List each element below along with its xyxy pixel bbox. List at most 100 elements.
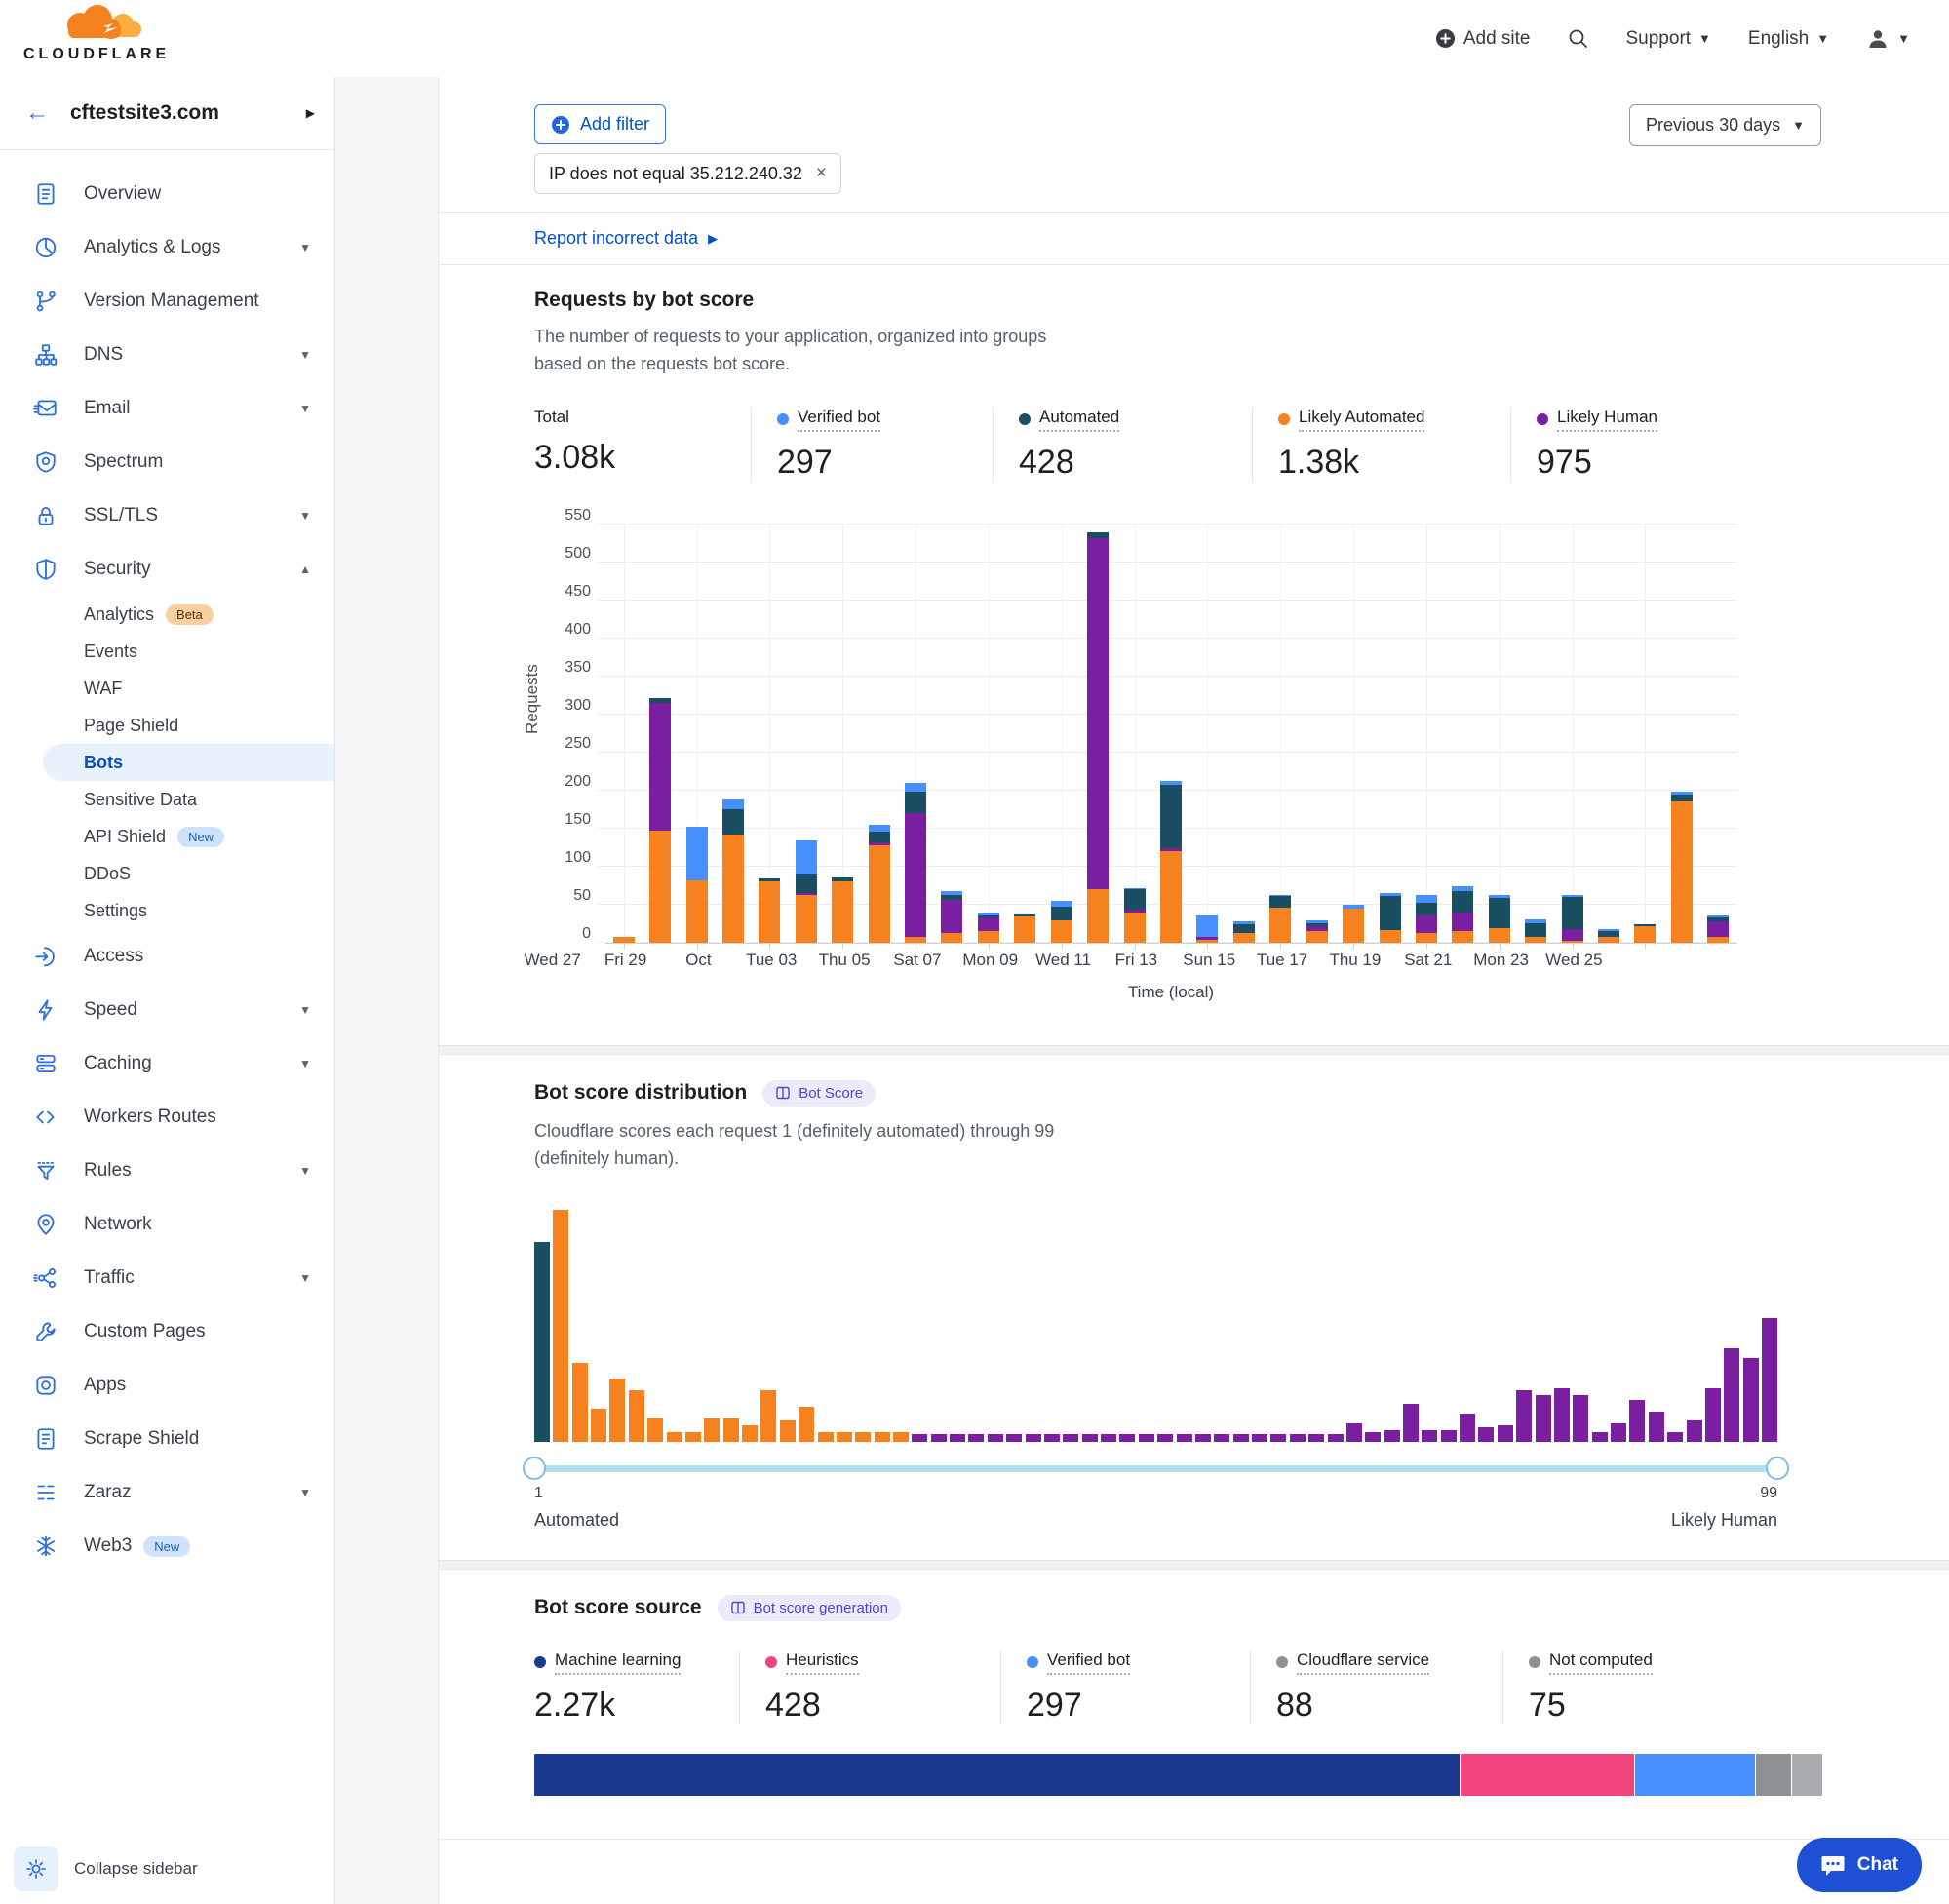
slider-handle-max[interactable] bbox=[1766, 1457, 1789, 1480]
stacked-bar bbox=[832, 877, 853, 943]
sidebar-item-access[interactable]: Access bbox=[0, 929, 334, 983]
stacked-bar bbox=[1124, 888, 1146, 943]
search-button[interactable] bbox=[1568, 28, 1589, 50]
slider-track[interactable] bbox=[534, 1465, 1777, 1472]
score-range-slider[interactable] bbox=[534, 1456, 1777, 1481]
bar-segment-automated bbox=[1452, 891, 1473, 913]
histogram-bar-likely-human bbox=[1346, 1423, 1362, 1442]
legend-dot bbox=[1529, 1656, 1540, 1668]
stat-label[interactable]: Likely Human bbox=[1557, 408, 1657, 432]
gridline bbox=[1500, 525, 1501, 943]
source-stats-row: Machine learning2.27kHeuristics428Verifi… bbox=[534, 1651, 1821, 1725]
bot-score-distribution-panel: Bot score distribution Bot Score Cloudfl… bbox=[439, 1055, 1949, 1560]
filter-bar: Add filter IP does not equal 35.212.240.… bbox=[439, 77, 1949, 212]
sidebar-item-rules[interactable]: Rules▼ bbox=[0, 1144, 334, 1197]
stat-verified-bot: Verified bot297 bbox=[751, 408, 993, 482]
x-tick bbox=[1207, 943, 1208, 949]
x-tick bbox=[989, 943, 990, 949]
sidebar-item-zaraz[interactable]: Zaraz▼ bbox=[0, 1465, 334, 1519]
sidebar-item-page-shield[interactable]: Page Shield bbox=[0, 707, 334, 744]
chevron-right-icon: ▶ bbox=[708, 231, 718, 247]
dns-icon bbox=[33, 342, 58, 368]
y-tick-label: 400 bbox=[565, 621, 591, 639]
sidebar-item-network[interactable]: Network bbox=[0, 1197, 334, 1251]
stacked-bar bbox=[1380, 893, 1401, 943]
cloudflare-logo[interactable]: CLOUDFLARE bbox=[23, 3, 170, 63]
slider-handle-min[interactable] bbox=[523, 1457, 546, 1480]
bot-score-docs-badge[interactable]: Bot Score bbox=[762, 1080, 876, 1107]
bot-score-generation-badge[interactable]: Bot score generation bbox=[718, 1595, 901, 1621]
collapse-sidebar-button[interactable]: Collapse sidebar bbox=[74, 1859, 198, 1879]
sidebar-item-bots[interactable]: Bots bbox=[43, 744, 334, 781]
sidebar-item-scrape-shield[interactable]: Scrape Shield bbox=[0, 1412, 334, 1465]
bar-segment-automated bbox=[796, 874, 817, 894]
bar-segment-verified-bot bbox=[1306, 920, 1328, 923]
sidebar-item-spectrum[interactable]: Spectrum bbox=[0, 435, 334, 488]
add-site-button[interactable]: Add site bbox=[1435, 28, 1531, 50]
date-range-select[interactable]: Previous 30 days ▼ bbox=[1629, 104, 1821, 146]
stat-label[interactable]: Not computed bbox=[1549, 1651, 1653, 1675]
stat-label[interactable]: Cloudflare service bbox=[1297, 1651, 1429, 1675]
stacked-bar bbox=[1489, 895, 1510, 942]
bar-segment-likely-human bbox=[1196, 937, 1218, 941]
back-arrow-icon[interactable]: ← bbox=[25, 99, 49, 127]
sidebar-item-events[interactable]: Events bbox=[0, 633, 334, 670]
chevron-right-icon[interactable]: ▶ bbox=[306, 106, 315, 120]
stacked-bar bbox=[1051, 901, 1072, 943]
sidebar-item-web3[interactable]: Web3New bbox=[0, 1519, 334, 1573]
histogram-bar-likely-human bbox=[1044, 1434, 1060, 1441]
sidebar-item-custom-pages[interactable]: Custom Pages bbox=[0, 1304, 334, 1358]
sidebar-item-dns[interactable]: DNS▼ bbox=[0, 328, 334, 381]
sidebar-item-sensitive-data[interactable]: Sensitive Data bbox=[0, 781, 334, 818]
bar-segment-verified-bot bbox=[1562, 895, 1583, 897]
bar-segment-verified-bot bbox=[1160, 781, 1182, 784]
new-badge: New bbox=[177, 827, 224, 847]
book-icon bbox=[730, 1600, 746, 1615]
sidebar-item-speed[interactable]: Speed▼ bbox=[0, 983, 334, 1036]
sidebar-item-version-management[interactable]: Version Management bbox=[0, 274, 334, 328]
sidebar-item-waf[interactable]: WAF bbox=[0, 670, 334, 707]
stat-label[interactable]: Machine learning bbox=[555, 1651, 681, 1675]
stat-label[interactable]: Verified bot bbox=[1047, 1651, 1130, 1675]
sidebar-item-ddos[interactable]: DDoS bbox=[0, 855, 334, 892]
stat-label[interactable]: Verified bot bbox=[798, 408, 880, 432]
stat-label[interactable]: Likely Automated bbox=[1299, 408, 1424, 432]
sidebar-item-security[interactable]: Security▲ bbox=[0, 542, 334, 596]
sidebar-item-settings[interactable]: Settings bbox=[0, 892, 334, 929]
sidebar-item-ssl-tls[interactable]: SSL/TLS▼ bbox=[0, 488, 334, 542]
sidebar-item-api-shield[interactable]: API ShieldNew bbox=[0, 818, 334, 855]
x-tick-label: Wed 25 bbox=[1545, 951, 1602, 970]
sidebar-item-email[interactable]: Email▼ bbox=[0, 381, 334, 435]
histogram-bar-likely-automated bbox=[685, 1432, 701, 1442]
x-tick bbox=[769, 943, 770, 949]
stat-label[interactable]: Automated bbox=[1039, 408, 1119, 432]
workers-icon bbox=[33, 1105, 58, 1130]
stat-label[interactable]: Heuristics bbox=[786, 1651, 859, 1675]
sidebar-item-caching[interactable]: Caching▼ bbox=[0, 1036, 334, 1090]
account-menu[interactable]: ▼ bbox=[1866, 27, 1910, 51]
report-incorrect-data-link[interactable]: Report incorrect data ▶ bbox=[534, 228, 718, 249]
add-filter-button[interactable]: Add filter bbox=[534, 104, 666, 144]
sidebar-item-overview[interactable]: Overview bbox=[0, 167, 334, 220]
stacked-bar bbox=[1562, 895, 1583, 943]
histogram-bar-likely-human bbox=[1006, 1434, 1022, 1441]
bar-segment-automated bbox=[1562, 897, 1583, 929]
sidebar-item-workers-routes[interactable]: Workers Routes bbox=[0, 1090, 334, 1144]
sidebar-item-apps[interactable]: Apps bbox=[0, 1358, 334, 1412]
close-icon[interactable]: × bbox=[816, 163, 827, 184]
filter-chip[interactable]: IP does not equal 35.212.240.32 × bbox=[534, 153, 841, 194]
quick-settings-button[interactable] bbox=[14, 1846, 58, 1891]
histogram-bar-likely-human bbox=[1724, 1348, 1739, 1441]
sidebar-item-analytics[interactable]: AnalyticsBeta bbox=[0, 596, 334, 633]
sidebar-item-traffic[interactable]: Traffic▼ bbox=[0, 1251, 334, 1304]
histogram-bar-likely-automated bbox=[647, 1418, 663, 1442]
analytics-icon bbox=[33, 235, 58, 260]
support-menu[interactable]: Support ▼ bbox=[1626, 28, 1711, 50]
language-menu[interactable]: English ▼ bbox=[1748, 28, 1829, 50]
bar-segment-likely-automated bbox=[869, 845, 890, 943]
version-icon bbox=[33, 289, 58, 314]
histogram-bar-likely-human bbox=[1119, 1434, 1135, 1441]
sidebar-item-analytics-logs[interactable]: Analytics & Logs▼ bbox=[0, 220, 334, 274]
chat-button[interactable]: Chat bbox=[1797, 1838, 1922, 1892]
histogram-bar-automated bbox=[534, 1242, 550, 1442]
